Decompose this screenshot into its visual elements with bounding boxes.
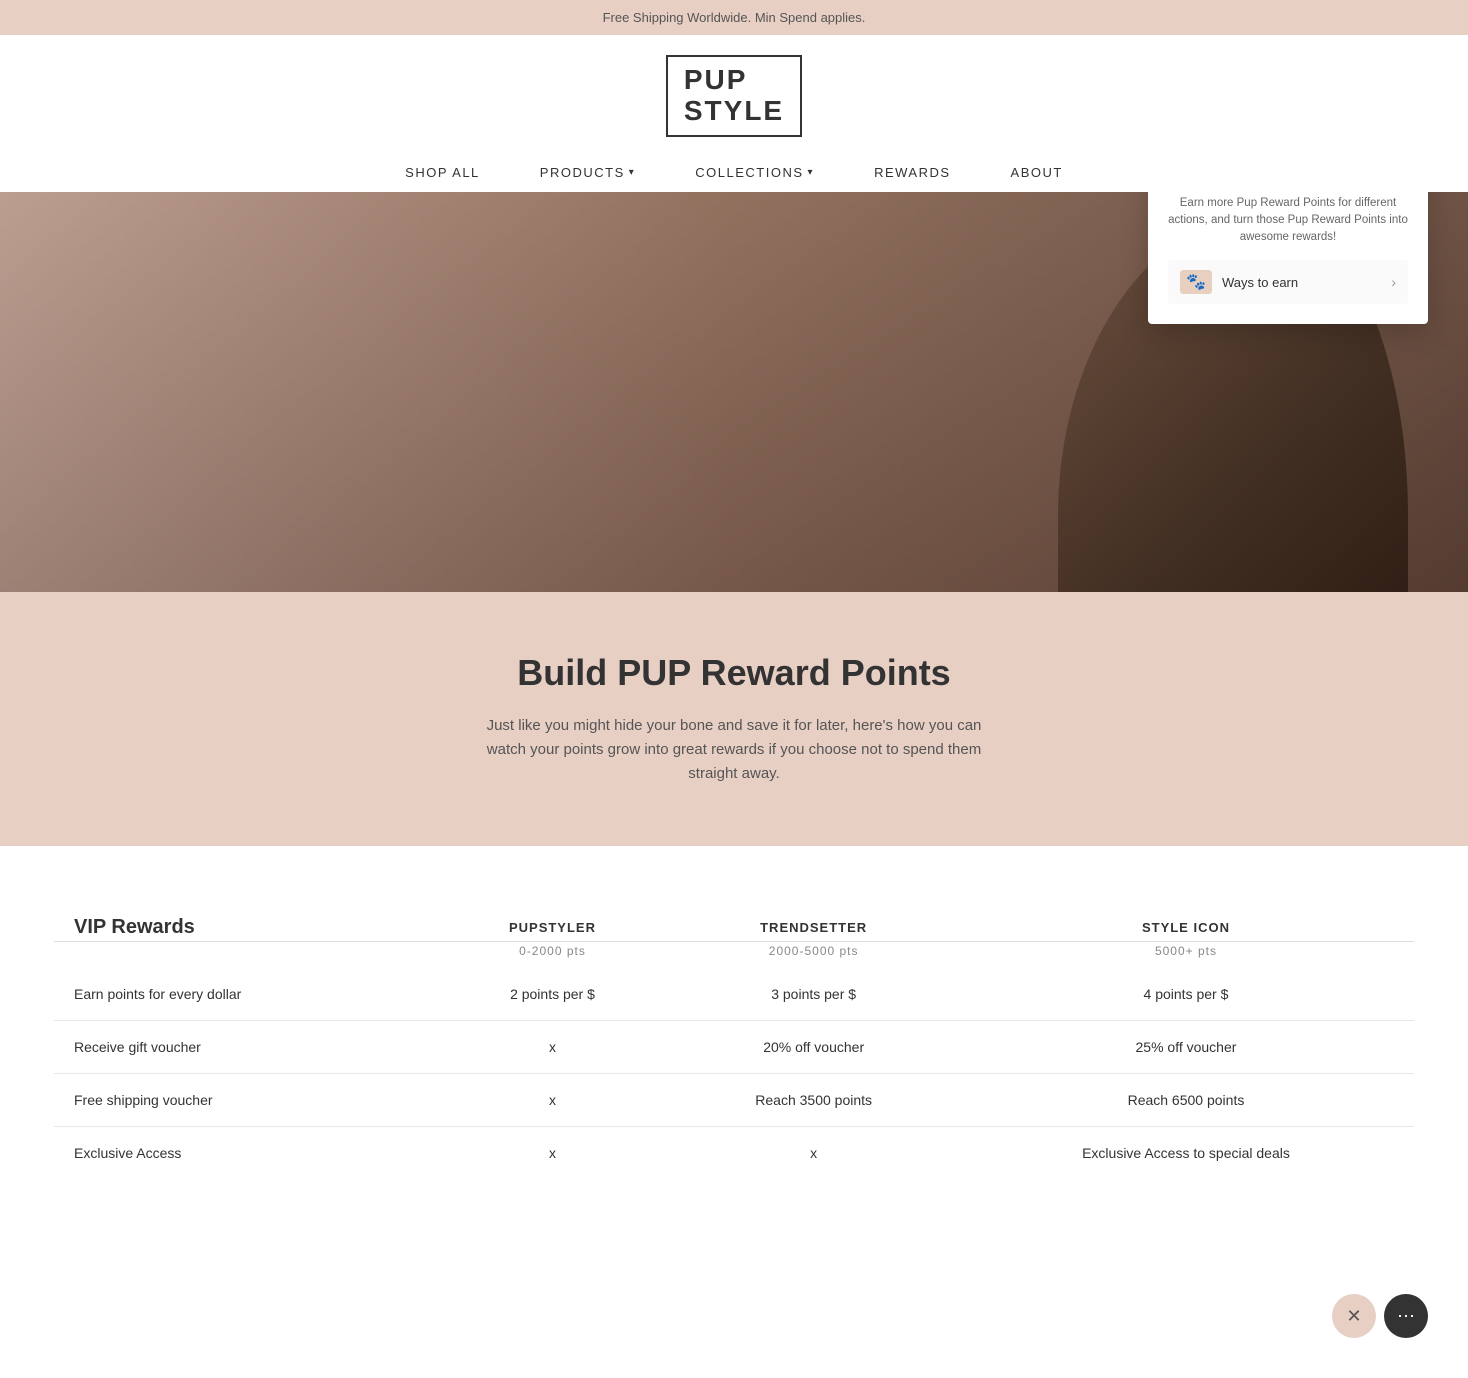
nav-about[interactable]: ABOUT (1011, 165, 1063, 180)
bottom-chat-button[interactable]: ⋯ (1384, 1294, 1428, 1338)
header: PUP STYLE SHOP ALL PRODUCTS ▾ COLLECTION… (0, 35, 1468, 192)
ways-to-earn-label: Ways to earn (1222, 275, 1298, 290)
bottom-close-button[interactable]: ✕ (1332, 1294, 1376, 1338)
vip-col1-header: PUPSTYLER (436, 906, 670, 942)
rewards-section: Build PUP Reward Points Just like you mi… (0, 592, 1468, 846)
vip-table: VIP Rewards PUPSTYLER TRENDSETTER STYLE … (54, 906, 1414, 1179)
vip-pts-row: 0-2000 pts 2000-5000 pts 5000+ pts (54, 941, 1414, 968)
table-row: Receive gift voucher x 20% off voucher 2… (54, 1020, 1414, 1073)
vip-title-header: VIP Rewards (54, 906, 436, 942)
feature-label-2: Receive gift voucher (54, 1020, 436, 1073)
rewards-section-description: Just like you might hide your bone and s… (474, 714, 994, 786)
row4-col3: Exclusive Access to special deals (958, 1126, 1414, 1179)
top-banner: Free Shipping Worldwide. Min Spend appli… (0, 0, 1468, 35)
vip-col2-pts: 2000-5000 pts (669, 941, 958, 968)
table-row: Exclusive Access x x Exclusive Access to… (54, 1126, 1414, 1179)
ways-to-earn-icon: 🐾 (1180, 270, 1212, 294)
nav-rewards[interactable]: REWARDS (874, 165, 950, 180)
vip-col3-header: STYLE ICON (958, 906, 1414, 942)
row3-col1: x (436, 1073, 670, 1126)
feature-label-4: Exclusive Access (54, 1126, 436, 1179)
nav-collections[interactable]: COLLECTIONS ▾ (695, 165, 814, 180)
vip-col3-pts: 5000+ pts (958, 941, 1414, 968)
vip-col2-header: TRENDSETTER (669, 906, 958, 942)
table-row: Earn points for every dollar 2 points pe… (54, 968, 1414, 1021)
table-row: Free shipping voucher x Reach 3500 point… (54, 1073, 1414, 1126)
nav-shop-all[interactable]: SHOP ALL (405, 165, 480, 180)
vip-col1-pts: 0-2000 pts (436, 941, 670, 968)
vip-header-row: VIP Rewards PUPSTYLER TRENDSETTER STYLE … (54, 906, 1414, 942)
vip-section: VIP Rewards PUPSTYLER TRENDSETTER STYLE … (0, 846, 1468, 1239)
collections-arrow-icon: ▾ (808, 167, 815, 178)
row3-col3: Reach 6500 points (958, 1073, 1414, 1126)
row3-col2: Reach 3500 points (669, 1073, 958, 1126)
row2-col2: 20% off voucher (669, 1020, 958, 1073)
row2-col1: x (436, 1020, 670, 1073)
row1-col2: 3 points per $ (669, 968, 958, 1021)
ways-to-earn-left: 🐾 Ways to earn (1180, 270, 1298, 294)
row2-col3: 25% off voucher (958, 1020, 1414, 1073)
logo[interactable]: PUP STYLE (666, 55, 802, 137)
ways-to-earn-chevron-icon: › (1391, 274, 1396, 290)
logo-text: PUP STYLE (684, 65, 784, 127)
rewards-popup: hey, fluffy butt! wanna join the club? 0… (1148, 192, 1428, 325)
products-arrow-icon: ▾ (629, 167, 636, 178)
popup-rewards-desc: Earn more Pup Reward Points for differen… (1168, 195, 1408, 247)
bottom-popup-row: ✕ ⋯ (1332, 1294, 1428, 1338)
main-nav: SHOP ALL PRODUCTS ▾ COLLECTIONS ▾ REWARD… (405, 153, 1063, 192)
feature-label-3: Free shipping voucher (54, 1073, 436, 1126)
hero-section: hey, fluffy butt! wanna join the club? 0… (0, 192, 1468, 592)
row4-col1: x (436, 1126, 670, 1179)
row1-col3: 4 points per $ (958, 968, 1414, 1021)
banner-text: Free Shipping Worldwide. Min Spend appli… (603, 10, 866, 25)
ways-to-earn-row[interactable]: 🐾 Ways to earn › (1168, 260, 1408, 304)
rewards-section-title: Build PUP Reward Points (40, 652, 1428, 694)
row1-col1: 2 points per $ (436, 968, 670, 1021)
feature-label-1: Earn points for every dollar (54, 968, 436, 1021)
row4-col2: x (669, 1126, 958, 1179)
popup-body: JOIN THE PUP REWARDS CLUB It's your all … (1148, 192, 1428, 325)
nav-products[interactable]: PRODUCTS ▾ (540, 165, 635, 180)
